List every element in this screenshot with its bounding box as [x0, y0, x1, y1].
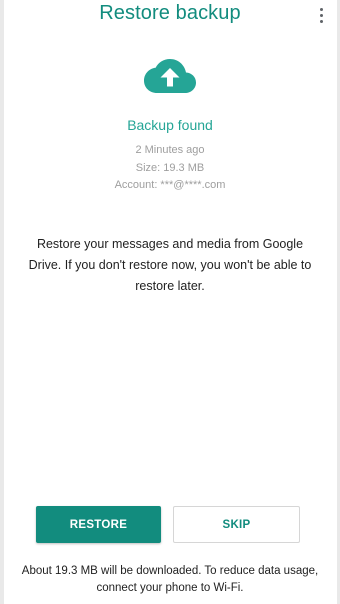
- backup-time: 2 Minutes ago: [135, 144, 205, 156]
- screen-edge-left: [0, 0, 4, 604]
- restore-description: Restore your messages and media from Goo…: [28, 237, 312, 293]
- restore-backup-screen: Restore backup Backup found 2 Minutes ag…: [0, 0, 340, 604]
- restore-button[interactable]: RESTORE: [36, 506, 161, 543]
- skip-button[interactable]: SKIP: [173, 506, 300, 543]
- more-vert-icon[interactable]: [318, 8, 324, 26]
- cloud-upload-icon: [144, 59, 196, 93]
- backup-account: Account: ***@****.com: [114, 179, 226, 191]
- backup-status: Backup found: [127, 117, 213, 133]
- backup-size: Size: 19.3 MB: [135, 162, 205, 174]
- download-size-note: About 19.3 MB will be downloaded. To red…: [21, 565, 319, 594]
- page-title: Restore backup: [99, 2, 241, 24]
